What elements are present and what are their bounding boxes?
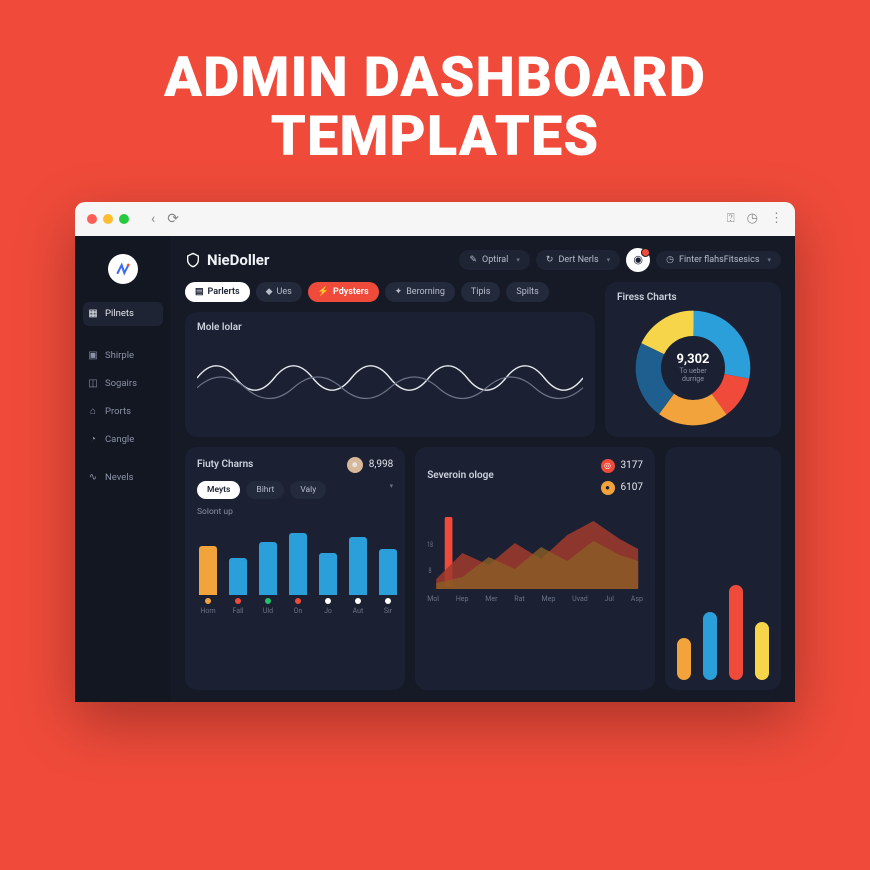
area-chart: 8 18 [427, 499, 643, 593]
tab-pdysters[interactable]: ⚡Pdysters [308, 282, 379, 302]
tab-bar: ▤Parlerts ◆Ues ⚡Pdysters ✦Berorning Tipi… [185, 282, 595, 302]
fiuty-card: Fiuty Charns ☻ 8,998 Meyts Bihrt Valy So… [185, 447, 405, 690]
bolt-icon: ⚡ [318, 287, 329, 297]
right-bars [677, 576, 769, 680]
avatar-icon: ☻ [347, 457, 363, 473]
tag-icon: ◆ [266, 287, 273, 297]
banner-title: ADMIN DASHBOARDTEMPLATES [164, 48, 706, 166]
clock-icon: ◷ [666, 255, 674, 265]
minimize-icon[interactable] [103, 214, 113, 224]
brand: NieDoller [185, 251, 269, 269]
chip-bihrt[interactable]: Bihrt [246, 481, 284, 499]
browser-window: ‹ ⟳ ⍰ ◷ ⋮ ▦Pilnets ▣Shirple ◫Sogairs ⌂Pr… [75, 202, 795, 702]
sidebar-item-prorts[interactable]: ⌂Prorts [83, 400, 163, 424]
wave-icon: ∿ [87, 472, 99, 484]
tab-tipis[interactable]: Tipis [461, 282, 500, 302]
sidebar-item-sogairs[interactable]: ◫Sogairs [83, 372, 163, 396]
user-icon[interactable]: ⍰ [727, 211, 735, 226]
notifications-button[interactable]: ◉ [626, 248, 650, 272]
right-bars-card [665, 447, 781, 690]
browser-nav: ‹ ⟳ [151, 211, 179, 227]
link-icon: ↻ [546, 255, 554, 265]
sidebar: ▦Pilnets ▣Shirple ◫Sogairs ⌂Prorts ◔Cang… [75, 236, 171, 702]
tab-parlerts[interactable]: ▤Parlerts [185, 282, 250, 302]
top-pill-optiral[interactable]: ✎Optiral [459, 250, 529, 270]
sidebar-item-pilnets[interactable]: ▦Pilnets [83, 302, 163, 326]
wave-chart [197, 339, 583, 417]
chevron-down-icon[interactable] [387, 481, 394, 499]
donut-value: 9,302 [676, 352, 709, 367]
home-icon: ⌂ [87, 406, 99, 418]
tab-berorning[interactable]: ✦Berorning [385, 282, 455, 302]
stat-3177: ◎3177 [601, 459, 643, 473]
doc-icon: ▤ [195, 287, 204, 297]
sidebar-item-cangle[interactable]: ◔Cangle [83, 428, 163, 452]
donut-chart: 9,302 To ueber durrige [634, 309, 752, 427]
fiuty-sub: Solont up [197, 507, 393, 517]
shield-icon [185, 252, 201, 268]
maximize-icon[interactable] [119, 214, 129, 224]
refresh-icon[interactable]: ⟳ [167, 211, 179, 227]
tab-ues[interactable]: ◆Ues [256, 282, 302, 302]
chip-meyts[interactable]: Meyts [197, 481, 240, 499]
close-icon[interactable] [87, 214, 97, 224]
tab-spilts[interactable]: Spilts [506, 282, 548, 302]
dashboard-app: ▦Pilnets ▣Shirple ◫Sogairs ⌂Prorts ◔Cang… [75, 236, 795, 702]
main-content: NieDoller ✎Optiral ↻Dert Nerls ◉ ◷ Finte… [171, 236, 795, 702]
back-icon[interactable]: ‹ [151, 211, 155, 227]
fiuty-chips: Meyts Bihrt Valy [197, 481, 393, 499]
target-icon: ◎ [601, 459, 615, 473]
area-card: Severoin ologe ◎3177 ●6107 8 18 [415, 447, 655, 690]
donut-card: Firess Charts 9,302 To ue [605, 282, 781, 437]
browser-chrome: ‹ ⟳ ⍰ ◷ ⋮ [75, 202, 795, 236]
layers-icon: ◫ [87, 378, 99, 390]
more-icon[interactable]: ⋮ [770, 211, 783, 226]
donut-title: Firess Charts [617, 292, 769, 303]
wave-chart-card: Mole lolar [185, 312, 595, 437]
area-title: Severoin ologe [427, 470, 494, 481]
box-icon: ▣ [87, 350, 99, 362]
filter-pill[interactable]: ◷ Finter flahsFitsesics [656, 251, 781, 269]
sidebar-item-shirple[interactable]: ▣Shirple [83, 344, 163, 368]
svg-text:18: 18 [427, 540, 433, 549]
svg-text:8: 8 [429, 566, 432, 575]
avatar-stat: ☻ 8,998 [347, 457, 393, 473]
coin-icon: ● [601, 481, 615, 495]
sidebar-item-nevels[interactable]: ∿Nevels [83, 466, 163, 490]
star-icon: ✦ [395, 287, 403, 297]
donut-sub: To ueber durrige [668, 367, 718, 383]
area-x-axis: MolHepMerRatMepUvadJulAsp [427, 595, 643, 603]
clock-icon[interactable]: ◷ [747, 211, 758, 226]
fiuty-title: Fiuty Charns [197, 459, 253, 470]
bell-icon: ◉ [633, 253, 643, 266]
logo[interactable] [108, 254, 138, 284]
pie-icon: ◔ [87, 434, 99, 446]
bar-chart: HornFallUldOnJoAutSir [197, 535, 393, 615]
wave-title: Mole lolar [197, 322, 583, 333]
top-pill-dert[interactable]: ↻Dert Nerls [536, 250, 620, 270]
traffic-lights [87, 214, 129, 224]
topbar: NieDoller ✎Optiral ↻Dert Nerls ◉ ◷ Finte… [185, 248, 781, 272]
grid-icon: ▦ [87, 308, 99, 320]
chip-valy[interactable]: Valy [290, 481, 326, 499]
stat-6107: ●6107 [601, 481, 643, 495]
chat-icon: ✎ [469, 255, 477, 265]
